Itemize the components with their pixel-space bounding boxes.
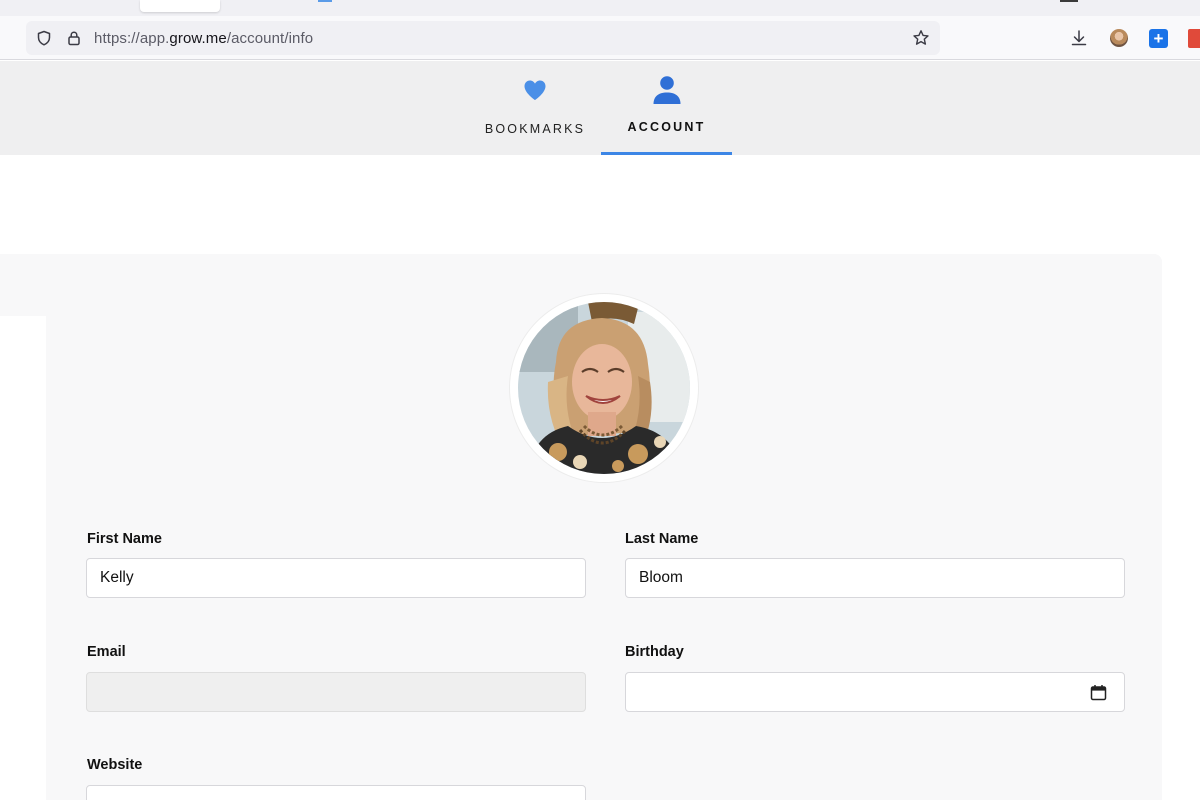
url-text[interactable]: https://app.grow.me/account/info [94,30,313,47]
first-name-input[interactable] [86,558,586,598]
email-label: Email [87,644,126,660]
profile-photo-image [518,302,690,474]
tab-bookmarks[interactable]: BOOKMARKS [470,61,600,155]
browser-tab-favicon [1060,0,1078,2]
user-icon [653,76,680,104]
last-name-input[interactable] [625,558,1125,598]
extension-plus-icon[interactable]: + [1149,29,1168,48]
url-host: grow.me [169,30,227,47]
profile-photo[interactable] [510,294,698,482]
tab-account[interactable]: ACCOUNT [601,61,732,155]
birthday-label: Birthday [625,644,684,660]
browser-toolbar: https://app.grow.me/account/info + [0,16,1200,60]
first-name-label: First Name [87,531,162,547]
browser-tab-active[interactable] [140,0,220,12]
tab-bookmarks-label: BOOKMARKS [484,122,586,136]
browser-tab-favicon [318,0,332,2]
account-avatar-icon[interactable] [1110,29,1128,47]
extension-pdf-icon[interactable] [1188,29,1200,48]
last-name-label: Last Name [625,531,699,547]
download-icon[interactable] [1069,28,1089,48]
email-field[interactable] [86,672,586,712]
calendar-icon[interactable] [1090,684,1107,701]
url-scheme: https://app. [94,30,170,47]
app-nav: BOOKMARKS ACCOUNT [0,61,1200,155]
website-label: Website [87,757,143,773]
address-bar[interactable]: https://app.grow.me/account/info [26,21,940,55]
heart-icon [524,80,546,100]
website-input[interactable] [86,785,586,800]
shield-icon[interactable] [36,30,52,46]
lock-icon[interactable] [66,30,82,46]
birthday-input[interactable] [625,672,1125,712]
url-path: /account/info [226,30,314,47]
browser-tab-strip [0,0,1200,16]
tab-account-label: ACCOUNT [627,120,706,134]
star-icon[interactable] [912,29,930,47]
